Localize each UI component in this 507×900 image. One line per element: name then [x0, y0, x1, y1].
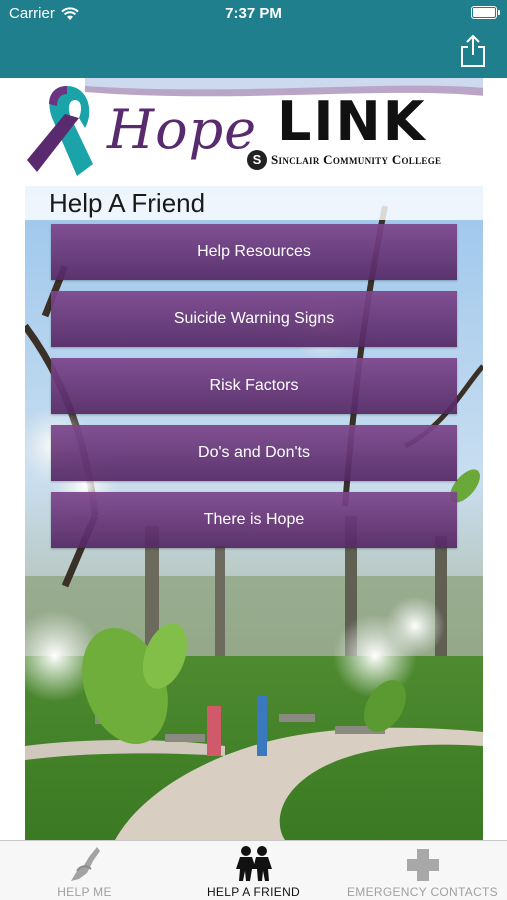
navigation-bar: Carrier 7:37 PM	[0, 0, 507, 78]
status-bar: Carrier 7:37 PM	[0, 0, 507, 26]
help-menu: Help Resources Suicide Warning Signs Ris…	[51, 224, 457, 559]
tab-help-me[interactable]: HELP ME	[0, 841, 169, 900]
sinclair-logo-icon: S	[247, 150, 267, 170]
awareness-ribbon-logo	[27, 86, 93, 176]
help-resources-button[interactable]: Help Resources	[51, 224, 457, 280]
helping-hand-icon	[71, 847, 100, 881]
clock: 7:37 PM	[225, 5, 282, 22]
two-people-icon	[236, 846, 272, 881]
hope-link-banner: Hope LINK S Sinclair Community College	[25, 78, 483, 186]
tab-help-a-friend[interactable]: HELP A FRIEND	[169, 841, 338, 900]
dos-and-donts-button[interactable]: Do's and Don'ts	[51, 425, 457, 481]
tab-help-me-label: HELP ME	[57, 885, 112, 899]
page-title-text: Help A Friend	[49, 188, 206, 218]
page-title: Help A Friend	[25, 186, 483, 220]
hope-wordmark: Hope	[107, 98, 258, 161]
share-icon[interactable]	[459, 34, 487, 68]
battery-icon	[471, 6, 500, 19]
main-content: Hope LINK S Sinclair Community College H…	[25, 78, 483, 840]
suicide-warning-signs-button[interactable]: Suicide Warning Signs	[51, 291, 457, 347]
medical-cross-icon	[407, 849, 439, 881]
tab-help-a-friend-label: HELP A FRIEND	[206, 885, 301, 899]
link-wordmark: LINK	[277, 90, 427, 153]
tab-emergency-contacts-label: EMERGENCY CONTACTS	[347, 885, 498, 899]
risk-factors-button[interactable]: Risk Factors	[51, 358, 457, 414]
tab-bar: HELP ME HELP A FRIEND EMERGENCY CONTACTS	[0, 840, 507, 900]
tab-emergency-contacts[interactable]: EMERGENCY CONTACTS	[338, 841, 507, 900]
college-branding: S Sinclair Community College	[247, 150, 441, 170]
college-name: Sinclair Community College	[271, 152, 442, 167]
there-is-hope-button[interactable]: There is Hope	[51, 492, 457, 548]
